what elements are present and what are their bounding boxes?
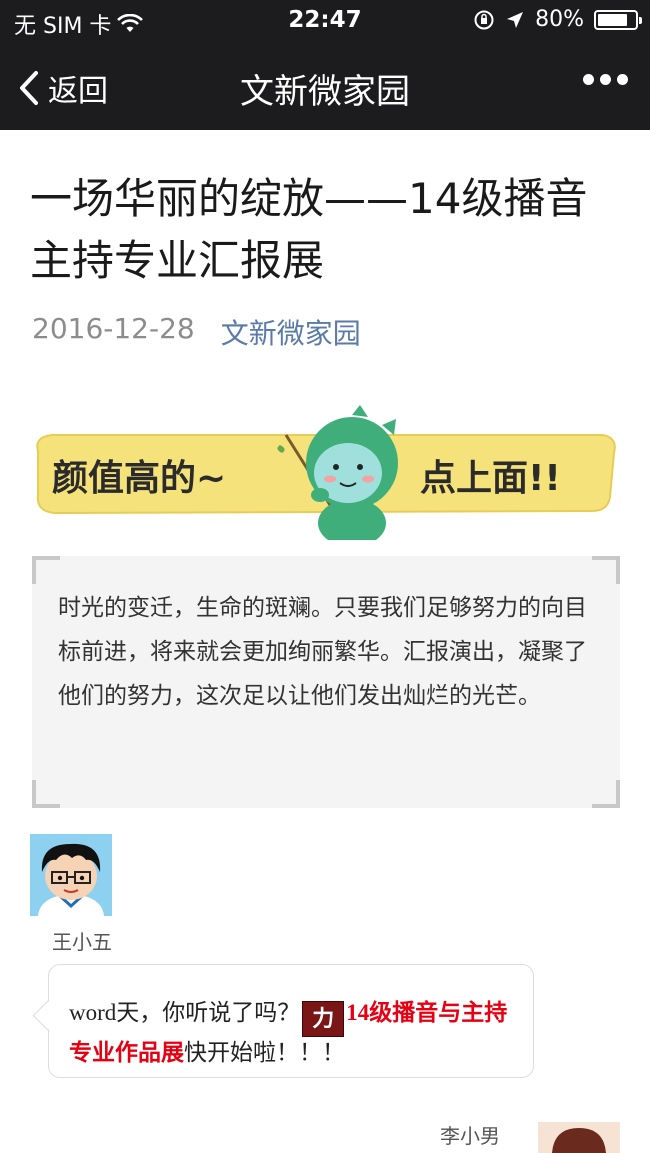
banner-left-text: 颜值高的~ [52, 458, 227, 499]
corner-decoration [32, 556, 60, 584]
battery-icon [594, 9, 642, 30]
corner-decoration [32, 780, 60, 808]
speaker-name: 王小五 [52, 930, 112, 954]
corner-decoration [592, 556, 620, 584]
message-text: word天，你听说了吗？ [69, 1000, 301, 1025]
follow-banner[interactable]: 颜值高的~ 点上面!! [30, 405, 620, 547]
chat-bubble: word天，你听说了吗？力 14级播音与主持专业作品展快开始啦！！！ [32, 964, 534, 1078]
status-bar: 无 SIM 卡 22:47 80% [0, 0, 650, 42]
publish-date: 2016-12-28 [32, 312, 195, 345]
article-meta: 2016-12-28 文新微家园 [32, 312, 361, 352]
article-title: 一场华丽的绽放——14级播音主持专业汇报展 [30, 174, 588, 285]
nav-bar: 返回 文新微家园 [0, 42, 650, 130]
status-right: 80% [473, 7, 642, 32]
rotation-lock-icon [474, 10, 494, 29]
quote-box: 时光的变迁，生命的斑斓。只要我们足够努力的向目标前进，将来就会更加绚丽繁华。汇报… [32, 556, 620, 808]
chat-message: word天，你听说了吗？力 14级播音与主持专业作品展快开始啦！！！ [69, 997, 519, 1069]
location-arrow-icon [507, 11, 524, 28]
quote-text: 时光的变迁，生命的斑斓。只要我们足够努力的向目标前进，将来就会更加绚丽繁华。汇报… [58, 595, 587, 709]
banner-right-text: 点上面!! [420, 458, 561, 499]
avatar [538, 1122, 620, 1153]
battery-percent: 80% [535, 7, 584, 32]
force-sticker-icon: 力 [302, 1001, 345, 1037]
message-text-end: 快开始啦！！！ [184, 1040, 345, 1065]
speaker-name: 李小男 [440, 1124, 500, 1148]
account-link[interactable]: 文新微家园 [221, 312, 361, 352]
nav-title: 文新微家园 [240, 72, 410, 112]
more-menu-icon[interactable] [583, 74, 628, 85]
corner-decoration [592, 780, 620, 808]
avatar [30, 834, 112, 916]
